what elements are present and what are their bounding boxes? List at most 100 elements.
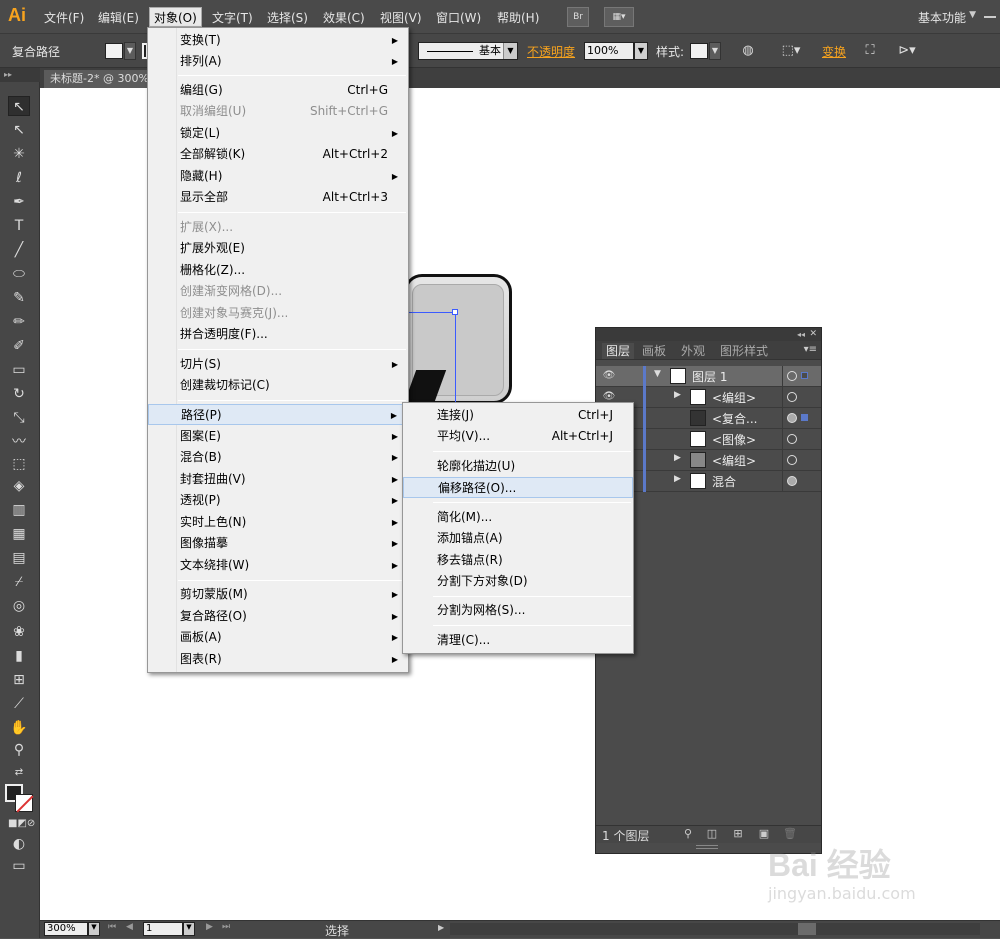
screen-mode-icon[interactable]: ▭ bbox=[8, 856, 30, 876]
menu-object[interactable]: 对象(O) bbox=[149, 7, 202, 27]
layer-row[interactable]: 👁 ▼ 图层 1 bbox=[596, 366, 821, 387]
opacity-link[interactable]: 不透明度 bbox=[527, 43, 575, 60]
swap-fill-stroke-icon[interactable]: ⇄ bbox=[8, 763, 30, 783]
layer-name[interactable]: <图像> bbox=[712, 431, 756, 448]
artboard-number-input[interactable]: 1 bbox=[143, 922, 183, 936]
style-dropdown-icon[interactable]: ▼ bbox=[709, 42, 721, 60]
fill-swatch[interactable] bbox=[105, 43, 123, 59]
perspective-grid-tool-icon[interactable]: ▥ bbox=[8, 500, 30, 520]
target-circle-icon[interactable] bbox=[787, 392, 797, 402]
menu-item-create-gradient-mesh[interactable]: 创建渐变网格(D)... bbox=[148, 281, 408, 302]
panel-title-bar[interactable]: ◂◂ ✕ bbox=[596, 328, 821, 341]
panel-options-icon[interactable]: ⊳▾ bbox=[892, 42, 922, 60]
direct-selection-tool-icon[interactable]: ↖ bbox=[8, 120, 30, 140]
menu-item-create-trim-marks[interactable]: 创建裁切标记(C) bbox=[148, 375, 408, 396]
status-menu-icon[interactable]: ▶ bbox=[438, 923, 444, 932]
menu-item-split-into-grid[interactable]: 分割为网格(S)... bbox=[403, 600, 633, 621]
isolate-icon[interactable]: ⛶ bbox=[861, 42, 879, 60]
status-text[interactable]: 选择 bbox=[325, 922, 349, 939]
magic-wand-tool-icon[interactable]: ✳ bbox=[8, 144, 30, 164]
pen-tool-icon[interactable]: ✒ bbox=[8, 192, 30, 212]
menu-item-create-object-mosaic[interactable]: 创建对象马赛克(J)... bbox=[148, 303, 408, 324]
menu-edit[interactable]: 编辑(E) bbox=[94, 8, 143, 28]
target-circle-icon[interactable] bbox=[787, 413, 797, 423]
horizontal-scrollbar[interactable] bbox=[450, 923, 980, 935]
scale-tool-icon[interactable]: ⤡ bbox=[8, 408, 30, 428]
slice-tool-icon[interactable]: ⟋ bbox=[8, 694, 30, 714]
menu-item-artboards[interactable]: 画板(A) ▶ bbox=[148, 627, 408, 648]
fill-dropdown-icon[interactable]: ▼ bbox=[124, 42, 136, 60]
zoom-dropdown-icon[interactable]: ▼ bbox=[88, 922, 100, 936]
target-circle-icon[interactable] bbox=[787, 476, 797, 486]
menu-help[interactable]: 帮助(H) bbox=[493, 8, 543, 28]
gradient-tool-icon[interactable]: ▤ bbox=[8, 548, 30, 568]
menu-item-join[interactable]: 连接(J) Ctrl+J bbox=[403, 405, 633, 426]
last-artboard-icon[interactable]: ⏭ bbox=[222, 922, 230, 932]
menu-item-graph[interactable]: 图表(R) ▶ bbox=[148, 649, 408, 670]
scrollbar-thumb[interactable] bbox=[798, 923, 816, 935]
menu-effect[interactable]: 效果(C) bbox=[319, 8, 369, 28]
hand-tool-icon[interactable]: ✋ bbox=[8, 718, 30, 738]
graphic-style-swatch[interactable] bbox=[690, 43, 708, 59]
lasso-tool-icon[interactable]: ℓ bbox=[8, 168, 30, 188]
artboard-tool-icon[interactable]: ⊞ bbox=[8, 670, 30, 690]
selection-handle[interactable] bbox=[452, 309, 458, 315]
menu-item-image-trace[interactable]: 图像描摹 ▶ bbox=[148, 533, 408, 554]
target-circle-icon[interactable] bbox=[787, 371, 797, 381]
layer-name[interactable]: <复合... bbox=[712, 410, 758, 427]
menu-window[interactable]: 窗口(W) bbox=[432, 8, 485, 28]
menu-item-lock[interactable]: 锁定(L) ▶ bbox=[148, 123, 408, 144]
menu-item-add-anchor-points[interactable]: 添加锚点(A) bbox=[403, 528, 633, 549]
menu-select[interactable]: 选择(S) bbox=[263, 8, 312, 28]
eraser-tool-icon[interactable]: ▭ bbox=[8, 360, 30, 380]
menu-item-show-all[interactable]: 显示全部 Alt+Ctrl+3 bbox=[148, 187, 408, 208]
workspace-switcher[interactable]: 基本功能 bbox=[918, 8, 966, 28]
symbol-sprayer-tool-icon[interactable]: ❀ bbox=[8, 622, 30, 642]
menu-item-simplify[interactable]: 简化(M)... bbox=[403, 507, 633, 528]
recolor-icon[interactable]: ◍ bbox=[739, 42, 757, 60]
line-tool-icon[interactable]: ╱ bbox=[8, 240, 30, 260]
rotate-tool-icon[interactable]: ↻ bbox=[8, 384, 30, 404]
align-icon[interactable]: ⬚▾ bbox=[778, 42, 804, 60]
eyedropper-tool-icon[interactable]: ⌿ bbox=[8, 572, 30, 592]
minimize-icon[interactable] bbox=[984, 16, 996, 18]
blob-brush-tool-icon[interactable]: ✐ bbox=[8, 336, 30, 356]
tab-layers[interactable]: 图层 bbox=[602, 343, 635, 359]
opacity-input[interactable]: 100% bbox=[584, 42, 634, 60]
free-transform-tool-icon[interactable]: ⬚ bbox=[8, 454, 30, 474]
expand-triangle-icon[interactable]: ▶ bbox=[674, 453, 681, 463]
menu-item-slice[interactable]: 切片(S) ▶ bbox=[148, 354, 408, 375]
target-circle-icon[interactable] bbox=[787, 434, 797, 444]
layer-name[interactable]: 图层 1 bbox=[692, 368, 727, 385]
column-graph-tool-icon[interactable]: ▮ bbox=[8, 646, 30, 666]
tab-artboards[interactable]: 画板 bbox=[638, 343, 670, 359]
collapse-panel-icon[interactable]: ◂◂ bbox=[797, 328, 805, 341]
menu-view[interactable]: 视图(V) bbox=[376, 8, 426, 28]
artboard-dropdown-icon[interactable]: ▼ bbox=[183, 922, 195, 936]
tab-appearance[interactable]: 外观 bbox=[677, 343, 709, 359]
menu-item-group[interactable]: 编组(G) Ctrl+G bbox=[148, 80, 408, 101]
bridge-icon[interactable]: Br bbox=[567, 7, 589, 27]
previous-artboard-icon[interactable]: ◀ bbox=[126, 922, 133, 932]
layer-name[interactable]: <编组> bbox=[712, 389, 756, 406]
menu-item-expand[interactable]: 扩展(X)... bbox=[148, 217, 408, 238]
target-circle-icon[interactable] bbox=[787, 455, 797, 465]
menu-file[interactable]: 文件(F) bbox=[40, 8, 88, 28]
opacity-dropdown-icon[interactable]: ▼ bbox=[634, 42, 648, 60]
menu-item-flatten-transparency[interactable]: 拼合透明度(F)... bbox=[148, 324, 408, 345]
shape-builder-tool-icon[interactable]: ◈ bbox=[8, 476, 30, 496]
menu-item-expand-appearance[interactable]: 扩展外观(E) bbox=[148, 238, 408, 259]
menu-item-transform[interactable]: 变换(T) ▶ bbox=[148, 30, 408, 51]
ellipse-tool-icon[interactable]: ⬭ bbox=[8, 264, 30, 284]
arrange-documents-icon[interactable]: ▦▾ bbox=[604, 7, 634, 27]
menu-item-text-wrap[interactable]: 文本绕排(W) ▶ bbox=[148, 555, 408, 576]
zoom-input[interactable]: 300% bbox=[44, 922, 88, 936]
menu-item-ungroup[interactable]: 取消编组(U) Shift+Ctrl+G bbox=[148, 101, 408, 122]
pencil-tool-icon[interactable]: ✏ bbox=[8, 312, 30, 332]
menu-item-divide-objects-below[interactable]: 分割下方对象(D) bbox=[403, 571, 633, 592]
drawing-mode-icon[interactable]: ◐ bbox=[8, 834, 30, 854]
menu-item-arrange[interactable]: 排列(A) ▶ bbox=[148, 51, 408, 72]
menu-item-rasterize[interactable]: 栅格化(Z)... bbox=[148, 260, 408, 281]
close-icon[interactable]: ✕ bbox=[809, 328, 817, 341]
first-artboard-icon[interactable]: ⏮ bbox=[108, 922, 116, 932]
